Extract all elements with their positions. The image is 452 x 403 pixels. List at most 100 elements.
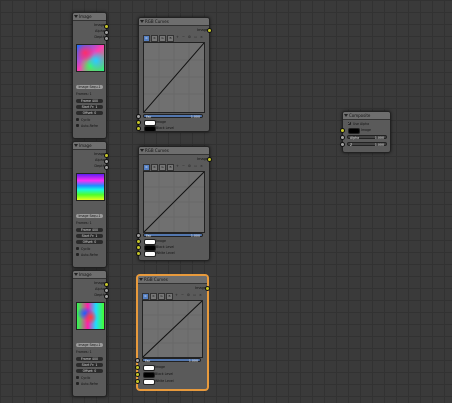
fac-slider[interactable]: Fac 1.000 bbox=[143, 114, 203, 119]
input-alpha-socket[interactable] bbox=[340, 135, 345, 140]
auto-refresh-checkbox[interactable] bbox=[76, 253, 79, 256]
reset-icon[interactable]: × bbox=[198, 293, 203, 298]
composite-node[interactable]: Composite Use Alpha Image Alpha 1.000 Z 1.… bbox=[340, 111, 391, 153]
output-alpha-socket[interactable] bbox=[104, 288, 109, 293]
output-depth-socket[interactable] bbox=[104, 165, 109, 170]
output-image-socket[interactable] bbox=[104, 282, 109, 287]
cyclic-checkbox[interactable] bbox=[76, 118, 79, 121]
input-black-level-socket[interactable] bbox=[135, 372, 140, 377]
offset-field[interactable]: Offset: 0 bbox=[76, 111, 103, 115]
fac-slider[interactable]: Fac 1.000 bbox=[143, 233, 203, 238]
channel-r-button[interactable]: R bbox=[150, 293, 157, 300]
input-image-socket[interactable] bbox=[136, 239, 141, 244]
frame-field[interactable]: Frame 400 bbox=[76, 99, 103, 103]
output-depth-socket[interactable] bbox=[104, 294, 109, 299]
image-node[interactable]: Image Image Alpha Depth Image Sequ.1 Fra… bbox=[72, 141, 109, 268]
node-header[interactable]: Image bbox=[73, 271, 106, 279]
zoom-out-icon[interactable]: − bbox=[181, 164, 186, 169]
image-node[interactable]: Image Image Alpha Depth Image Sequ.1 Fra… bbox=[72, 270, 109, 397]
input-white-level-socket[interactable] bbox=[135, 379, 140, 384]
black-level-swatch[interactable] bbox=[144, 126, 156, 132]
clip-icon[interactable]: ▫ bbox=[193, 35, 198, 40]
zoom-out-icon[interactable]: − bbox=[181, 35, 186, 40]
collapse-arrow-icon[interactable] bbox=[74, 273, 78, 276]
curve-graph[interactable] bbox=[142, 300, 203, 358]
z-field[interactable]: Z 1.000 bbox=[347, 142, 387, 147]
clip-icon[interactable]: ▫ bbox=[193, 164, 198, 169]
image-name-field[interactable]: Image Sequ.1 bbox=[76, 343, 103, 347]
use-alpha-checkbox[interactable] bbox=[348, 121, 351, 125]
node-header[interactable]: RGB Curves bbox=[139, 18, 209, 26]
node-header[interactable]: RGB Curves bbox=[139, 147, 209, 155]
collapse-arrow-icon[interactable] bbox=[74, 15, 78, 18]
node-editor-canvas[interactable]: Image Image Alpha Depth Image Sequ.1 Fra… bbox=[0, 0, 452, 403]
output-alpha-socket[interactable] bbox=[104, 159, 109, 164]
channel-g-button[interactable]: G bbox=[158, 293, 165, 300]
offset-field[interactable]: Offset: 0 bbox=[76, 369, 103, 373]
node-header[interactable]: Image bbox=[73, 13, 106, 21]
zoom-in-icon[interactable]: + bbox=[175, 164, 180, 169]
start-frame-field[interactable]: Start Fr: 1 bbox=[76, 363, 103, 367]
input-black-level-socket[interactable] bbox=[136, 245, 141, 250]
collapse-arrow-icon[interactable] bbox=[344, 114, 348, 117]
input-image-socket[interactable] bbox=[135, 365, 140, 370]
curve-graph[interactable] bbox=[143, 171, 205, 233]
collapse-arrow-icon[interactable] bbox=[140, 20, 144, 23]
zoom-in-icon[interactable]: + bbox=[175, 35, 180, 40]
auto-refresh-checkbox[interactable] bbox=[76, 124, 79, 127]
tools-icon[interactable]: ⚙ bbox=[187, 164, 192, 169]
black-level-swatch[interactable] bbox=[143, 372, 155, 378]
channel-b-button[interactable]: B bbox=[166, 293, 173, 300]
node-header[interactable]: Composite bbox=[343, 112, 390, 120]
rgb-curves-node[interactable]: RGB Curves Image C R G B + − ⚙ ▫ × Fac 1.… bbox=[136, 146, 212, 261]
zoom-out-icon[interactable]: − bbox=[180, 293, 185, 298]
output-image-socket[interactable] bbox=[104, 24, 109, 29]
input-white-level-socket[interactable] bbox=[136, 251, 141, 256]
tools-icon[interactable]: ⚙ bbox=[187, 35, 192, 40]
image-color-swatch[interactable] bbox=[348, 128, 360, 134]
white-level-swatch[interactable] bbox=[144, 251, 156, 257]
image-name-field[interactable]: Image Sequ.1 bbox=[76, 214, 103, 218]
input-fac-socket[interactable] bbox=[136, 233, 141, 238]
channel-c-button[interactable]: C bbox=[143, 35, 150, 42]
image-node[interactable]: Image Image Alpha Depth Image Sequ.1 Fra… bbox=[72, 12, 109, 139]
collapse-arrow-icon[interactable] bbox=[140, 149, 144, 152]
channel-b-button[interactable]: B bbox=[167, 35, 174, 42]
channel-g-button[interactable]: G bbox=[159, 35, 166, 42]
zoom-in-icon[interactable]: + bbox=[174, 293, 179, 298]
output-image-socket[interactable] bbox=[207, 28, 212, 33]
frame-field[interactable]: Frame 400 bbox=[76, 228, 103, 232]
cyclic-checkbox[interactable] bbox=[76, 247, 79, 250]
cyclic-checkbox[interactable] bbox=[76, 376, 79, 379]
input-black-level-socket[interactable] bbox=[136, 126, 141, 131]
auto-refresh-checkbox[interactable] bbox=[76, 382, 79, 385]
channel-r-button[interactable]: R bbox=[151, 35, 158, 42]
image-color-swatch[interactable] bbox=[143, 365, 155, 371]
frame-field[interactable]: Frame 400 bbox=[76, 357, 103, 361]
start-frame-field[interactable]: Start Fr: 1 bbox=[76, 234, 103, 238]
clip-icon[interactable]: ▫ bbox=[192, 293, 197, 298]
node-header[interactable]: RGB Curves bbox=[138, 276, 207, 284]
image-name-field[interactable]: Image Sequ.1 bbox=[76, 85, 103, 89]
reset-icon[interactable]: × bbox=[199, 164, 204, 169]
rgb-curves-node[interactable]: RGB Curves Image C R G B + − ⚙ ▫ × Fac 1.… bbox=[135, 275, 210, 390]
collapse-arrow-icon[interactable] bbox=[139, 278, 143, 281]
input-image-socket[interactable] bbox=[340, 128, 345, 133]
input-image-socket[interactable] bbox=[136, 120, 141, 125]
alpha-field[interactable]: Alpha 1.000 bbox=[347, 135, 387, 140]
input-z-socket[interactable] bbox=[340, 142, 345, 147]
output-image-socket[interactable] bbox=[104, 153, 109, 158]
output-depth-socket[interactable] bbox=[104, 36, 109, 41]
curve-graph[interactable] bbox=[143, 42, 205, 113]
start-frame-field[interactable]: Start Fr: 1 bbox=[76, 105, 103, 109]
node-header[interactable]: Image bbox=[73, 142, 106, 150]
white-level-swatch[interactable] bbox=[143, 379, 155, 385]
output-image-socket[interactable] bbox=[207, 157, 212, 162]
rgb-curves-node[interactable]: RGB Curves Image C R G B + − ⚙ ▫ × Fac 1.… bbox=[136, 17, 212, 132]
offset-field[interactable]: Offset: 0 bbox=[76, 240, 103, 244]
input-fac-socket[interactable] bbox=[136, 114, 141, 119]
reset-icon[interactable]: × bbox=[199, 35, 204, 40]
channel-r-button[interactable]: R bbox=[151, 164, 158, 171]
channel-b-button[interactable]: B bbox=[167, 164, 174, 171]
collapse-arrow-icon[interactable] bbox=[74, 144, 78, 147]
